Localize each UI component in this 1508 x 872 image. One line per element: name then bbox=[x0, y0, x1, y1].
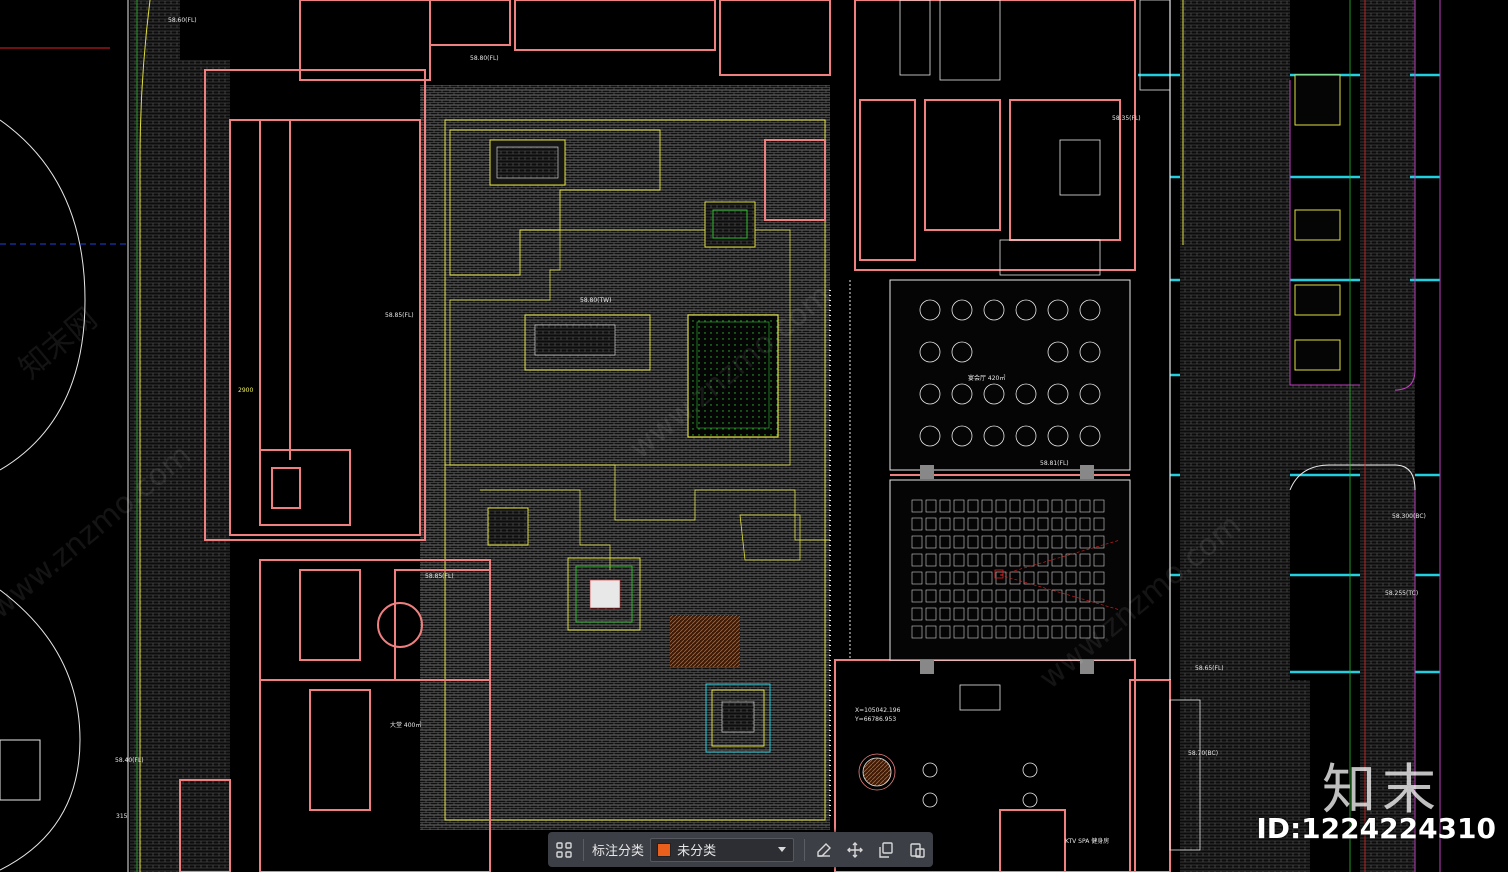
banquet-hall bbox=[829, 279, 1131, 820]
paste-icon[interactable] bbox=[904, 836, 931, 864]
copy-icon[interactable] bbox=[873, 836, 900, 864]
category-selected-value: 未分类 bbox=[677, 844, 717, 859]
svg-text:知末网: 知末网 bbox=[13, 301, 104, 386]
elev-label: 58.80(TW) bbox=[580, 297, 611, 304]
elev-label: 58.35(FL) bbox=[1112, 115, 1141, 122]
coord-label: Y=66786.953 bbox=[854, 716, 896, 723]
elev-label: 58.60(FL) bbox=[168, 17, 197, 24]
cad-drawing-canvas[interactable]: 58.60(FL) 58.80(FL) 58.85(FL) 58.80(TW) … bbox=[0, 0, 1508, 872]
elev-label: 58.65(FL) bbox=[1195, 665, 1224, 672]
move-icon[interactable] bbox=[842, 836, 869, 864]
chevron-down-icon bbox=[777, 846, 786, 852]
toolbar-divider bbox=[583, 838, 585, 861]
bottom-rooms bbox=[858, 684, 1201, 851]
elev-label: 58.80(FL) bbox=[470, 55, 499, 62]
toolbar-divider bbox=[803, 838, 805, 861]
room-label: 大堂 400㎡ bbox=[390, 721, 421, 729]
category-label: 标注分类 bbox=[592, 844, 645, 859]
dimension-label: 315 bbox=[116, 813, 128, 820]
coord-label: X=105042.196 bbox=[855, 707, 901, 714]
image-id-label: ID:1224224310 bbox=[1256, 812, 1496, 845]
courtyard-paving bbox=[420, 85, 830, 830]
left-street-paving bbox=[0, 0, 230, 872]
category-dropdown[interactable]: 未分类 bbox=[650, 837, 794, 862]
elev-label: 58.85(FL) bbox=[385, 312, 414, 319]
elev-label: 58.255(TC) bbox=[1385, 590, 1418, 597]
room-label: 宴会厅 420㎡ bbox=[968, 374, 1005, 382]
elev-label: 58.70(BC) bbox=[1188, 750, 1218, 757]
right-street bbox=[1138, 0, 1441, 872]
top-right-rooms bbox=[899, 0, 1171, 276]
dimension-label: 2900 bbox=[238, 387, 253, 394]
room-label: KTV SPA 健身房 bbox=[1065, 837, 1109, 845]
elev-label: 58.300(BC) bbox=[1392, 513, 1426, 520]
category-color-swatch bbox=[657, 842, 672, 857]
edit-icon[interactable] bbox=[811, 836, 838, 864]
grid-icon[interactable] bbox=[550, 836, 577, 864]
elev-label: 58.85(FL) bbox=[425, 573, 454, 580]
elev-label: 58.40(FL) bbox=[115, 757, 144, 764]
annotation-toolbar: 标注分类 未分类 bbox=[548, 832, 933, 867]
elev-label: 58.81(FL) bbox=[1040, 460, 1069, 467]
